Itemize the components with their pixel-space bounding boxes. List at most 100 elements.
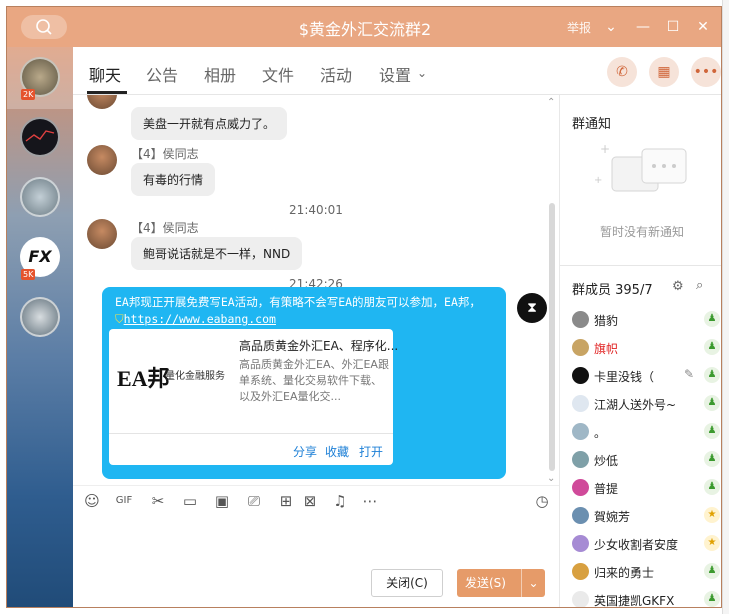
message-link[interactable]: https://www.eabang.com <box>124 312 276 326</box>
sender-name: 【4】侯同志 <box>131 221 199 235</box>
avatar <box>572 367 589 384</box>
notice-title: 群通知 <box>572 117 612 132</box>
close-icon[interactable]: ✕ <box>693 17 713 37</box>
chevron-down-icon[interactable]: ⌄ <box>417 66 427 80</box>
sidebar-item-tree-avatar[interactable] <box>20 297 60 337</box>
gift-icon[interactable]: ⊞ <box>275 492 297 510</box>
divider <box>109 433 393 434</box>
image-icon[interactable]: ▣ <box>211 492 233 510</box>
scroll-up-icon[interactable]: ⌃ <box>547 97 555 108</box>
member-role-icon: ♟ <box>704 563 720 579</box>
member-name: 归来的勇士 <box>594 566 655 580</box>
unread-badge: 2K <box>21 89 36 100</box>
card-description: 高品质黄金外汇EA、外汇EA跟单系统、量化交易软件下载、以及外汇EA量化交... <box>239 358 389 403</box>
member-name: 旗帜 <box>594 342 619 356</box>
member-settings-icon[interactable]: ⚙ <box>672 279 684 294</box>
maximize-icon[interactable]: ☐ <box>663 17 683 37</box>
self-avatar[interactable]: ⧗ <box>517 293 547 323</box>
member-name: 英国捷凯GKFX <box>594 594 675 608</box>
close-button[interactable]: 关闭(C) <box>371 569 443 597</box>
avatar <box>572 535 589 552</box>
member-role-icon: ★ <box>704 535 720 551</box>
list-item[interactable]: 英国捷凯GKFX ♟ <box>572 589 721 608</box>
calendar-button[interactable]: ▦ <box>649 57 679 87</box>
list-item[interactable]: 。 ♟ <box>572 421 721 443</box>
message-timestamp: 21:40:01 <box>289 203 343 217</box>
tab-settings[interactable]: 设置 <box>379 62 411 86</box>
tab-activity[interactable]: 活动 <box>320 62 352 86</box>
message-list[interactable]: 美盘一开就有点威力了。 【4】侯同志 有毒的行情 21:40:01 【4】侯同志… <box>73 95 559 483</box>
tab-files[interactable]: 文件 <box>262 62 294 86</box>
send-button[interactable]: 发送(S) ⌄ <box>457 569 545 597</box>
list-item[interactable]: 归来的勇士 ♟ <box>572 561 721 583</box>
favorite-link[interactable]: 收藏 <box>325 443 349 460</box>
sidebar-item-chart-avatar[interactable] <box>20 117 60 157</box>
member-role-icon: ♟ <box>704 339 720 355</box>
tab-announcement[interactable]: 公告 <box>146 62 178 86</box>
red-packet-icon[interactable]: ⊠ <box>299 492 321 510</box>
avatar <box>572 507 589 524</box>
avatar[interactable] <box>87 95 117 109</box>
edit-icon[interactable]: ✎ <box>684 367 694 381</box>
member-name: 猎豹 <box>594 314 619 328</box>
more-icon: ••• <box>693 64 719 80</box>
member-name: 賀婉芳 <box>594 510 631 524</box>
conversation-sidebar: 2K FX 5K <box>7 47 73 607</box>
chat-scrollbar[interactable] <box>549 203 555 471</box>
share-link[interactable]: 分享 <box>293 443 317 460</box>
list-item[interactable]: 炒低 ♟ <box>572 449 721 471</box>
chevron-down-icon[interactable]: ⌄ <box>601 17 621 37</box>
right-panel: 群通知 + + 暂时没有新通知 群成员 395/7 ⚙ ⌕ 猎豹 ♟ 旗帜 ♟ 卡里没… <box>559 95 721 608</box>
member-name: 普提 <box>594 482 619 496</box>
list-item[interactable]: 猎豹 ♟ <box>572 309 721 331</box>
calendar-icon: ▦ <box>657 64 671 80</box>
folder-icon[interactable]: ▭ <box>179 492 201 510</box>
search-icon[interactable]: ⌕ <box>696 278 703 293</box>
more-button[interactable]: ••• <box>691 57 721 87</box>
chevron-down-icon[interactable]: ⌄ <box>521 569 545 597</box>
avatar <box>572 451 589 468</box>
bell-icon[interactable]: ♫ <box>329 492 351 510</box>
member-name: 少女收割者安度 <box>594 538 679 552</box>
member-role-icon: ♟ <box>704 395 720 411</box>
list-item[interactable]: 普提 ♟ <box>572 477 721 499</box>
avatar[interactable] <box>87 145 117 175</box>
logo-text: EA邦 <box>117 366 170 391</box>
list-item[interactable]: 江湖人送外号~ ♟ <box>572 393 721 415</box>
gif-icon[interactable]: GIF <box>113 495 135 506</box>
list-item[interactable]: 賀婉芳 ★ <box>572 505 721 527</box>
emoji-icon[interactable]: ☺ <box>81 492 103 510</box>
members-title: 群成员 395/7 <box>572 283 653 298</box>
message-text: EA邦现正开展免费写EA活动，有策略不会写EA的朋友可以参加，EA邦， ⛉http… <box>115 294 499 328</box>
more-icon[interactable]: ⋯ <box>359 492 381 510</box>
phone-call-button[interactable]: ✆ <box>607 57 637 87</box>
composer-toolbar: ☺ GIF ✂ ▭ ▣ ⎚ ⊞ ⊠ ♫ ⋯ ◷ <box>73 485 559 519</box>
eabang-logo: EA邦 量化金融服务 <box>117 353 237 395</box>
list-item[interactable]: 旗帜 ♟ <box>572 337 721 359</box>
screen-icon[interactable]: ⎚ <box>243 492 265 510</box>
minimize-icon[interactable]: — <box>633 17 653 37</box>
member-role-icon: ★ <box>704 507 720 523</box>
member-role-icon: ♟ <box>704 479 720 495</box>
phone-icon: ✆ <box>616 64 628 80</box>
list-item[interactable]: 卡里没钱（ ✎ ♟ <box>572 365 721 387</box>
message-body: EA邦现正开展免费写EA活动，有策略不会写EA的朋友可以参加，EA邦， <box>115 295 481 309</box>
scissors-icon[interactable]: ✂ <box>147 492 169 510</box>
card-title: 高品质黄金外汇EA、程序化... <box>239 339 399 353</box>
history-clock-icon[interactable]: ◷ <box>531 492 553 510</box>
avatar[interactable] <box>87 219 117 249</box>
list-item[interactable]: 少女收割者安度 ★ <box>572 533 721 555</box>
sender-name: 【4】侯同志 <box>131 147 199 161</box>
avatar <box>572 479 589 496</box>
member-name: 炒低 <box>594 454 619 468</box>
scroll-down-icon[interactable]: ⌄ <box>547 473 555 484</box>
member-name: 江湖人送外号~ <box>594 398 677 412</box>
open-link[interactable]: 打开 <box>359 443 383 460</box>
tab-chat[interactable]: 聊天 <box>89 62 121 86</box>
sidebar-item-landscape-avatar[interactable] <box>20 177 60 217</box>
empty-notice-icon: ++ <box>594 142 687 192</box>
tab-album[interactable]: 相册 <box>204 62 236 86</box>
link-preview-card[interactable]: EA邦 量化金融服务 高品质黄金外汇EA、程序化... 高品质黄金外汇EA、外汇… <box>109 329 398 465</box>
report-button[interactable]: 举报 <box>567 19 591 36</box>
avatar <box>572 423 589 440</box>
